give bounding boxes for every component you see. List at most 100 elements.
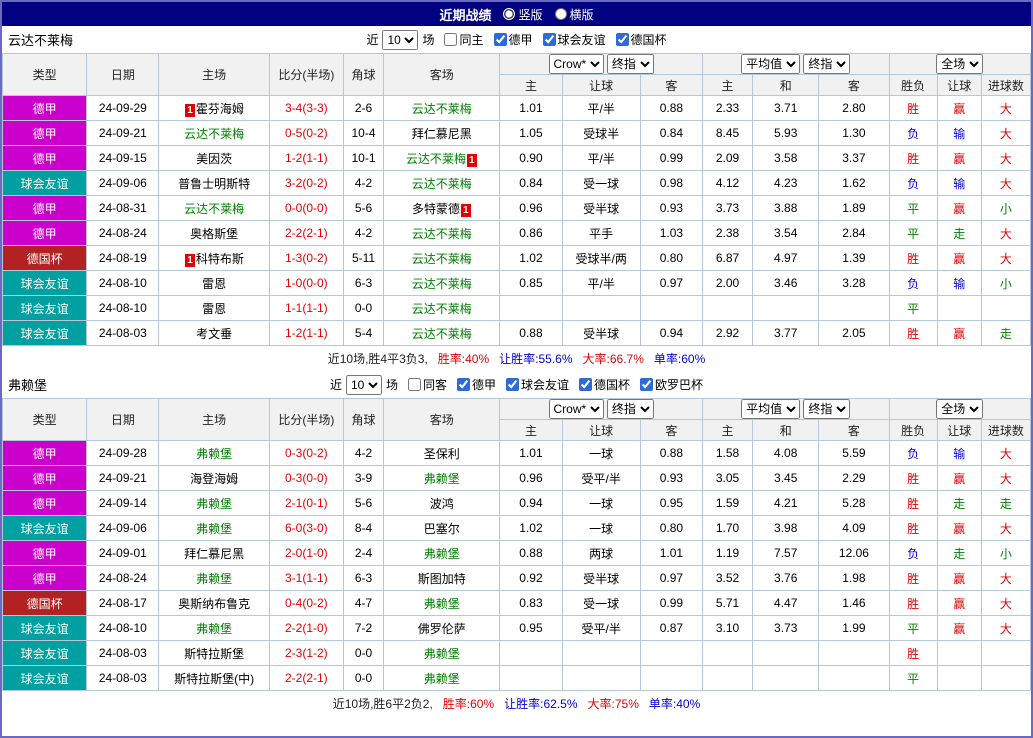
score[interactable]: 1-3(0-2) (269, 246, 343, 271)
score[interactable]: 6-0(3-0) (269, 516, 343, 541)
team-link[interactable]: 云达不莱梅 (412, 177, 472, 191)
odds-source-select[interactable]: Crow* (549, 54, 604, 74)
score[interactable]: 2-1(0-1) (269, 491, 343, 516)
team-link[interactable]: 弗赖堡 (196, 447, 232, 461)
team-link[interactable]: 云达不莱梅 (412, 302, 472, 316)
team-link[interactable]: 弗赖堡 (424, 647, 460, 661)
score[interactable]: 0-3(0-2) (269, 441, 343, 466)
matches-label: 场 (422, 31, 434, 48)
team-link[interactable]: 斯特拉斯堡(中) (174, 672, 254, 686)
layout-radio-0[interactable]: 竖版 (503, 6, 542, 23)
team-link[interactable]: 云达不莱梅 (412, 227, 472, 241)
filter-checkbox-input[interactable] (457, 378, 470, 391)
filter-checkbox-input[interactable] (543, 33, 556, 46)
score[interactable]: 1-1(1-1) (269, 296, 343, 321)
result-cell (937, 296, 981, 321)
odds-source-select[interactable]: 平均值 (741, 399, 800, 419)
score[interactable]: 1-2(1-1) (269, 146, 343, 171)
filter-checkbox-input[interactable] (408, 378, 421, 391)
subcol-header: 客 (640, 420, 702, 441)
odds-source-select[interactable]: 终指 (607, 54, 654, 74)
odds-source-select[interactable]: Crow* (549, 399, 604, 419)
team-link[interactable]: 云达不莱梅 (184, 202, 244, 216)
score[interactable]: 2-3(1-2) (269, 641, 343, 666)
team-link[interactable]: 弗赖堡 (196, 522, 232, 536)
odds-source-select[interactable]: 全场 (936, 399, 983, 419)
team-link[interactable]: 霍芬海姆 (196, 102, 244, 116)
team-link[interactable]: 云达不莱梅 (184, 127, 244, 141)
team-link[interactable]: 弗赖堡 (196, 497, 232, 511)
team-link[interactable]: 弗赖堡 (196, 572, 232, 586)
team-link[interactable]: 美因茨 (196, 152, 232, 166)
score[interactable]: 3-1(1-1) (269, 566, 343, 591)
team-link[interactable]: 斯特拉斯堡 (184, 647, 244, 661)
filter-checkbox-欧罗巴杯[interactable]: 欧罗巴杯 (640, 376, 703, 393)
score[interactable]: 0-0(0-0) (269, 196, 343, 221)
match-row: 球会友谊24-08-10弗赖堡2-2(1-0)7-2佛罗伦萨0.95受平/半0.… (3, 616, 1031, 641)
filter-checkbox-德国杯[interactable]: 德国杯 (579, 376, 630, 393)
score[interactable]: 3-4(3-3) (269, 96, 343, 121)
team-link[interactable]: 斯图加特 (418, 572, 466, 586)
team-link[interactable]: 雷恩 (202, 302, 226, 316)
team-link[interactable]: 云达不莱梅 (406, 152, 466, 166)
layout-radio-input[interactable] (555, 8, 567, 20)
team-link[interactable]: 弗赖堡 (424, 597, 460, 611)
filter-checkbox-球会友谊[interactable]: 球会友谊 (506, 376, 569, 393)
score[interactable]: 1-2(1-1) (269, 321, 343, 346)
team-link[interactable]: 波鸿 (430, 497, 454, 511)
team-link[interactable]: 巴塞尔 (424, 522, 460, 536)
filter-checkbox-input[interactable] (616, 33, 629, 46)
score[interactable]: 3-2(0-2) (269, 171, 343, 196)
filter-checkbox-德甲[interactable]: 德甲 (494, 31, 533, 48)
filter-checkbox-input[interactable] (640, 378, 653, 391)
score[interactable]: 2-2(2-1) (269, 666, 343, 691)
layout-radio-1[interactable]: 横版 (555, 6, 594, 23)
team-link[interactable]: 海登海姆 (190, 472, 238, 486)
team-link[interactable]: 拜仁慕尼黑 (184, 547, 244, 561)
odds-source-select[interactable]: 终指 (803, 54, 850, 74)
team-link[interactable]: 弗赖堡 (424, 547, 460, 561)
score[interactable]: 2-2(1-0) (269, 616, 343, 641)
score[interactable]: 2-2(2-1) (269, 221, 343, 246)
filter-checkbox-input[interactable] (579, 378, 592, 391)
filter-checkbox-input[interactable] (506, 378, 519, 391)
team-link[interactable]: 科特布斯 (196, 252, 244, 266)
home-team: 海登海姆 (159, 466, 269, 491)
score[interactable]: 0-3(0-0) (269, 466, 343, 491)
team-link[interactable]: 多特蒙德 (412, 202, 460, 216)
score[interactable]: 1-0(0-0) (269, 271, 343, 296)
team-link[interactable]: 雷恩 (202, 277, 226, 291)
team-link[interactable]: 奥斯纳布鲁克 (178, 597, 250, 611)
score[interactable]: 2-0(1-0) (269, 541, 343, 566)
team-link[interactable]: 拜仁慕尼黑 (412, 127, 472, 141)
team-link[interactable]: 云达不莱梅 (412, 327, 472, 341)
team-link[interactable]: 圣保利 (424, 447, 460, 461)
team-link[interactable]: 弗赖堡 (196, 622, 232, 636)
odds-source-select[interactable]: 平均值 (741, 54, 800, 74)
team-link[interactable]: 弗赖堡 (424, 672, 460, 686)
team-link[interactable]: 云达不莱梅 (412, 102, 472, 116)
filter-checkbox-input[interactable] (494, 33, 507, 46)
match-count-select[interactable]: 10 (346, 375, 382, 395)
filter-checkbox-德国杯[interactable]: 德国杯 (616, 31, 667, 48)
team-link[interactable]: 佛罗伦萨 (418, 622, 466, 636)
filter-checkbox-同主[interactable]: 同主 (444, 31, 483, 48)
team-link[interactable]: 普鲁士明斯特 (178, 177, 250, 191)
team-link[interactable]: 考文垂 (196, 327, 232, 341)
team-link[interactable]: 云达不莱梅 (412, 252, 472, 266)
result-cell: 胜 (889, 566, 937, 591)
odds-source-select[interactable]: 全场 (936, 54, 983, 74)
score[interactable]: 0-4(0-2) (269, 591, 343, 616)
odds-source-select[interactable]: 终指 (607, 399, 654, 419)
score[interactable]: 0-5(0-2) (269, 121, 343, 146)
filter-checkbox-德甲[interactable]: 德甲 (457, 376, 496, 393)
layout-radio-input[interactable] (503, 8, 515, 20)
team-link[interactable]: 云达不莱梅 (412, 277, 472, 291)
odds-source-select[interactable]: 终指 (803, 399, 850, 419)
match-count-select[interactable]: 10 (382, 30, 418, 50)
filter-checkbox-同客[interactable]: 同客 (408, 376, 447, 393)
filter-checkbox-球会友谊[interactable]: 球会友谊 (543, 31, 606, 48)
filter-checkbox-input[interactable] (444, 33, 457, 46)
team-link[interactable]: 弗赖堡 (424, 472, 460, 486)
team-link[interactable]: 奥格斯堡 (190, 227, 238, 241)
